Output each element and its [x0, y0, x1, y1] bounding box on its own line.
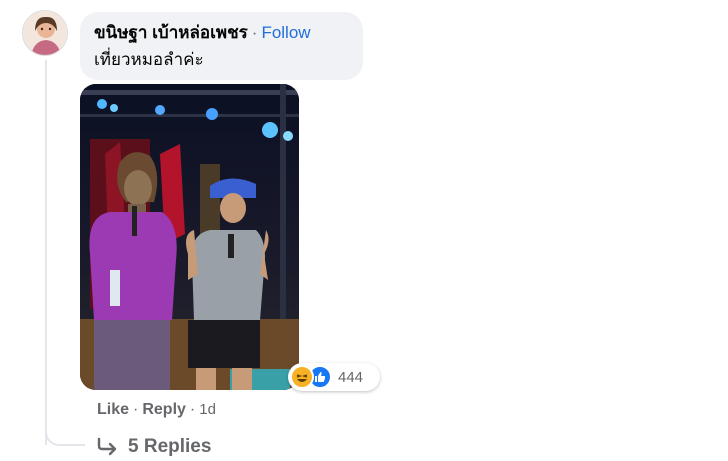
avatar-image: [23, 11, 67, 55]
follow-button[interactable]: Follow: [261, 23, 310, 42]
comment-photo[interactable]: [80, 84, 299, 390]
stage-photo: [80, 84, 299, 390]
view-replies-button[interactable]: 5 Replies: [96, 434, 211, 460]
thread-line: [45, 60, 47, 445]
comment-actions: Like · Reply · 1d: [97, 401, 216, 419]
comment-header: ขนิษฐา เบ้าหล่อเพชร · Follow: [94, 22, 349, 44]
reply-link[interactable]: Reply: [142, 401, 186, 418]
actions-separator: ·: [133, 401, 139, 418]
avatar[interactable]: [22, 10, 68, 56]
reaction-count: 444: [338, 368, 364, 386]
reply-arrow-icon: [97, 437, 117, 456]
comment-timestamp[interactable]: 1d: [199, 401, 216, 418]
comment-text: เที่ยวหมอลำค่ะ: [94, 50, 204, 69]
header-separator: ·: [251, 23, 258, 42]
actions-separator: ·: [189, 401, 196, 418]
thread-connector: [45, 410, 85, 446]
like-link[interactable]: Like: [97, 401, 129, 418]
author-name[interactable]: ขนิษฐา เบ้าหล่อเพชร: [94, 23, 248, 42]
reaction-summary[interactable]: 444: [288, 363, 380, 391]
replies-label: 5 Replies: [128, 436, 212, 457]
comment-bubble: ขนิษฐา เบ้าหล่อเพชร · Follow เที่ยวหมอลำค่…: [80, 12, 363, 80]
haha-reaction-icon: [290, 365, 314, 389]
